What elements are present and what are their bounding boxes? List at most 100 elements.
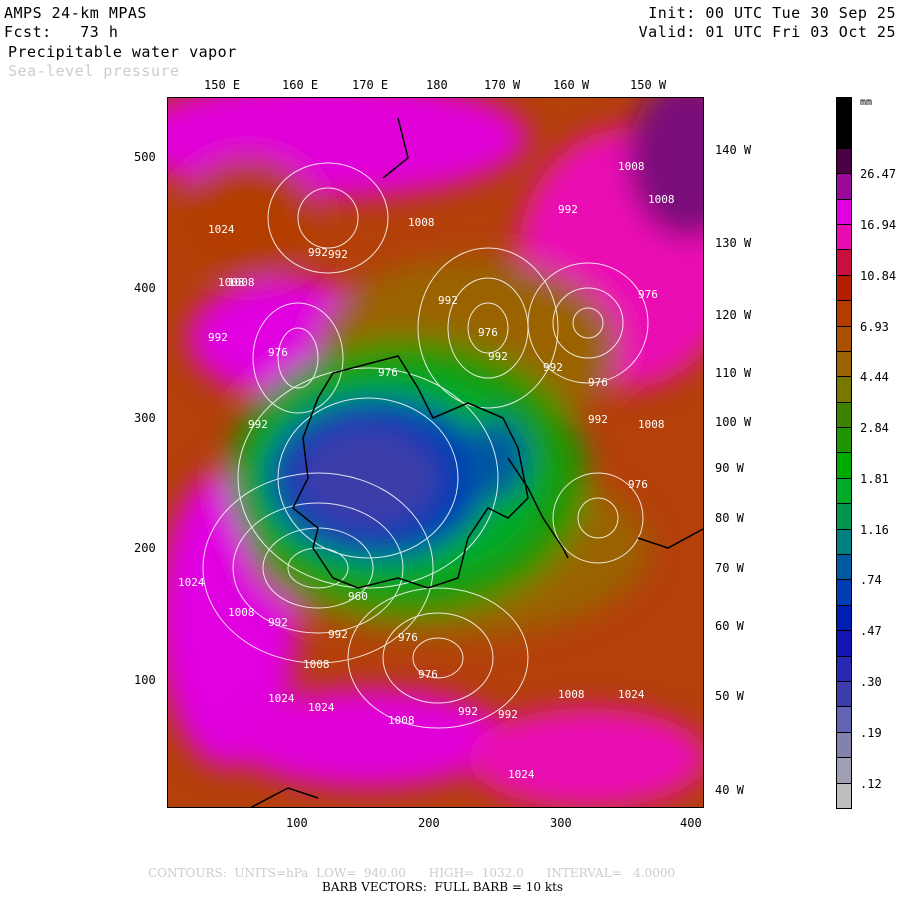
precipitable-water-map: 1024 1008 992 976 992 1008 992 1008 992 976 992 976… (167, 97, 704, 808)
pressure-label: 992 (438, 294, 458, 307)
field-secondary: Sea-level pressure (8, 62, 180, 80)
colorbar-label: .74 (860, 573, 882, 588)
pressure-label: 1008 (228, 276, 255, 289)
init-time: Init: 00 UTC Tue 30 Sep 25 (648, 4, 896, 22)
colorbar-swatch (836, 199, 852, 225)
pressure-label: 992 (488, 350, 508, 363)
colorbar-swatch (836, 478, 852, 505)
model-title: AMPS 24-km MPAS (4, 4, 147, 22)
top-lon-label: 160 W (553, 78, 590, 92)
colorbar-swatch (836, 504, 852, 530)
colorbar-label: .30 (860, 675, 882, 690)
right-lon-label: 100 W (715, 415, 752, 429)
right-lon-label: 90 W (715, 461, 744, 475)
pressure-label: 992 (328, 248, 348, 261)
right-lon-label: 130 W (715, 236, 752, 250)
pressure-label: 1024 (308, 701, 335, 714)
top-lon-label: 170 W (484, 78, 521, 92)
colorbar-swatch (836, 453, 852, 479)
colorbar-swatch (836, 707, 852, 733)
pressure-label: 976 (588, 376, 608, 389)
colorbar-swatch (836, 97, 852, 124)
pressure-label: 1024 (178, 576, 205, 589)
colorbar-swatch (836, 123, 852, 149)
right-lon-label: 120 W (715, 308, 752, 322)
pressure-label: 1024 (268, 692, 295, 705)
pressure-label: 1008 (558, 688, 585, 701)
colorbar-label: 26.47 (860, 167, 897, 182)
pressure-label: 960 (348, 590, 368, 603)
pressure-label: 976 (398, 631, 418, 644)
pressure-label: 1024 (618, 688, 645, 701)
colorbar-swatch (836, 783, 852, 809)
top-lon-label: 160 E (282, 78, 319, 92)
pressure-label: 992 (268, 616, 288, 629)
pressure-label: 976 (478, 326, 498, 339)
colorbar-label: .47 (860, 624, 882, 639)
colorbar-swatch (836, 555, 852, 581)
colorbar-swatch (836, 377, 852, 403)
colorbar-swatch (836, 301, 852, 327)
field-primary: Precipitable water vapor (8, 43, 237, 61)
contour-info: CONTOURS: UNITS=hPa LOW= 940.00 HIGH= 10… (148, 866, 676, 880)
pressure-label: 992 (458, 705, 478, 718)
colorbar-swatch (836, 275, 852, 302)
colorbar-swatch (836, 174, 852, 200)
top-lon-label: 150 E (204, 78, 241, 92)
y-tick-label: 300 (134, 411, 156, 425)
pressure-label: 976 (628, 478, 648, 491)
pressure-label: 1008 (228, 606, 255, 619)
right-lon-label: 110 W (715, 366, 752, 380)
colorbar (836, 97, 852, 809)
colorbar-swatch (836, 326, 852, 352)
y-tick-label: 100 (134, 673, 156, 687)
x-tick-label: 200 (418, 816, 440, 830)
pressure-label: 992 (588, 413, 608, 426)
x-tick-label: 300 (550, 816, 572, 830)
colorbar-label: 16.94 (860, 217, 897, 232)
colorbar-swatch (836, 580, 852, 606)
colorbar-swatch (836, 250, 852, 276)
pressure-label: 1008 (408, 216, 435, 229)
x-tick-label: 400 (680, 816, 702, 830)
pressure-label: 992 (543, 361, 563, 374)
forecast-hour: Fcst: 73 h (4, 23, 119, 41)
y-tick-label: 500 (134, 150, 156, 164)
colorbar-units: mm (860, 97, 873, 108)
pressure-label: 1008 (648, 193, 675, 206)
right-lon-label: 60 W (715, 619, 744, 633)
colorbar-swatch (836, 529, 852, 556)
colorbar-swatch (836, 631, 852, 657)
colorbar-label: 2.84 (860, 421, 889, 436)
colorbar-swatch (836, 402, 852, 429)
pressure-label: 1024 (208, 223, 235, 236)
pressure-label: 1008 (618, 160, 645, 173)
pressure-label: 976 (638, 288, 658, 301)
colorbar-swatch (836, 605, 852, 632)
pressure-label: 1008 (388, 714, 415, 727)
colorbar-label: 10.84 (860, 268, 897, 283)
pressure-label: 1008 (638, 418, 665, 431)
pressure-label: 1008 (303, 658, 330, 671)
colorbar-swatch (836, 681, 852, 708)
colorbar-swatch (836, 224, 852, 251)
colorbar-label: 1.81 (860, 471, 889, 486)
x-tick-label: 100 (286, 816, 308, 830)
pressure-label: 976 (418, 668, 438, 681)
colorbar-swatch (836, 732, 852, 759)
right-lon-label: 140 W (715, 143, 752, 157)
pressure-label: 992 (498, 708, 518, 721)
y-tick-label: 200 (134, 541, 156, 555)
pressure-label: 992 (208, 331, 228, 344)
forecast-map-page: AMPS 24-km MPAS Fcst: 73 h Init: 00 UTC … (0, 0, 900, 900)
y-tick-label: 400 (134, 281, 156, 295)
colorbar-label: .12 (860, 776, 882, 791)
colorbar-label: 6.93 (860, 319, 889, 334)
colorbar-swatch (836, 428, 852, 454)
colorbar-swatch (836, 148, 852, 175)
colorbar-label: 1.16 (860, 522, 889, 537)
pressure-label: 992 (328, 628, 348, 641)
pressure-label: 1024 (508, 768, 535, 781)
colorbar-swatch (836, 656, 852, 682)
colorbar-swatch (836, 351, 852, 378)
